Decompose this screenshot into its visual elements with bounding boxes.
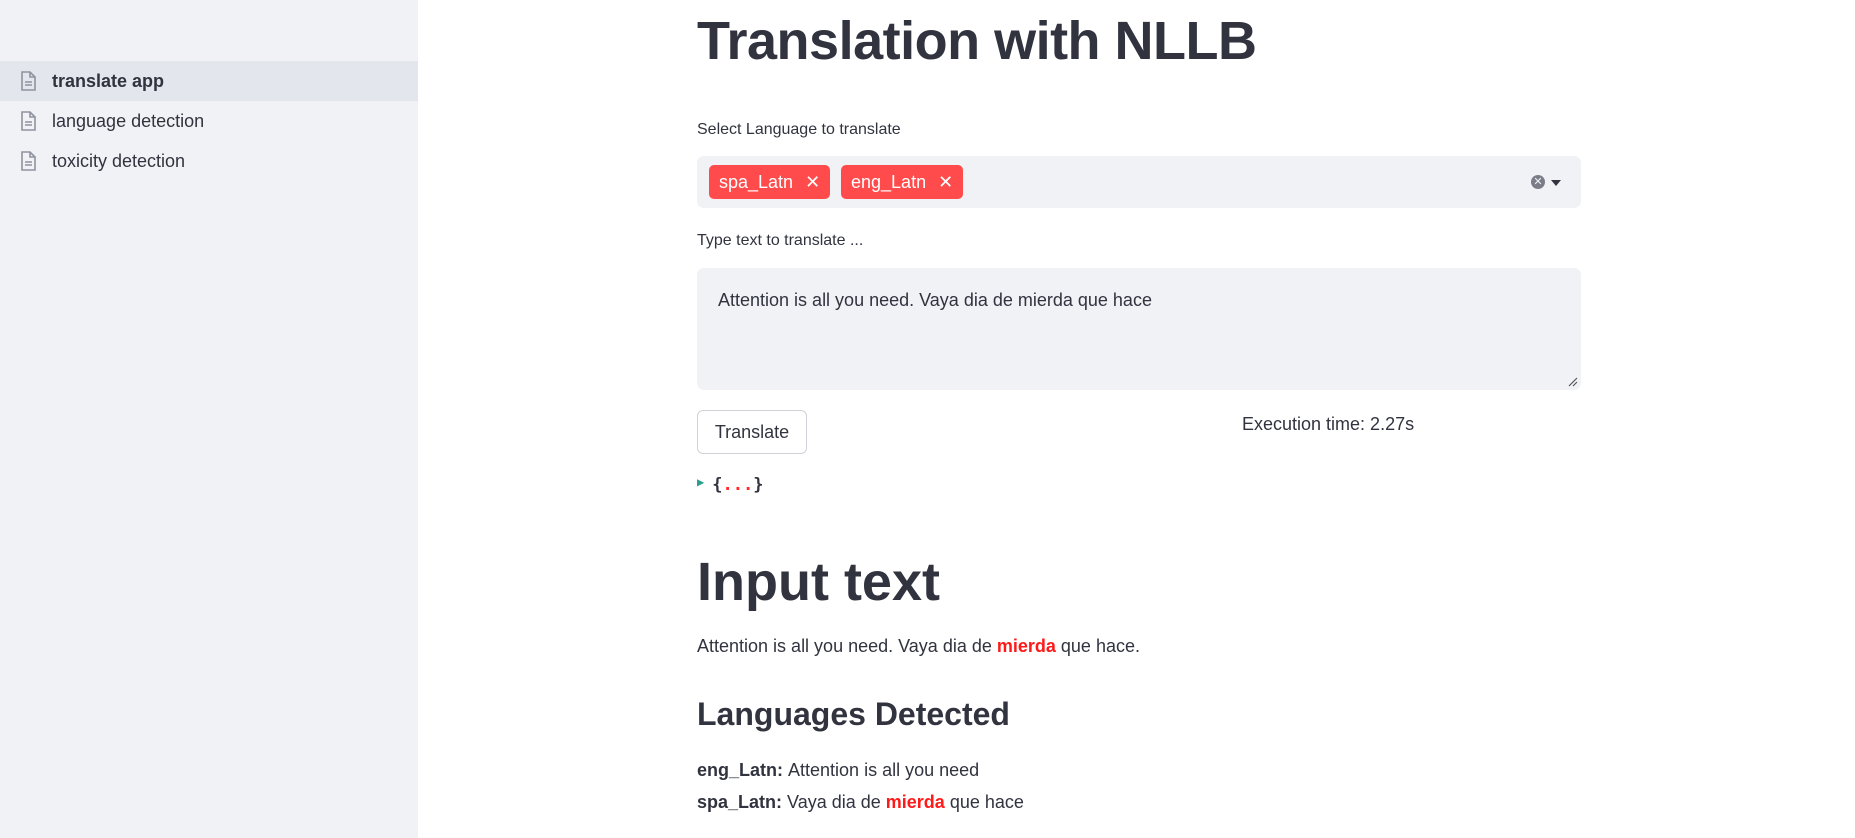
toxic-word-highlight: mierda — [996, 636, 1056, 656]
language-separator: : — [776, 792, 788, 812]
language-code: spa_Latn — [697, 792, 777, 812]
json-close-brace: } — [753, 475, 764, 495]
language-separator: : — [777, 760, 789, 780]
language-segment: Vaya dia de — [787, 792, 886, 812]
json-collapsed-dots: ... — [722, 475, 754, 495]
textarea-value: Attention is all you need. Vaya dia de m… — [718, 290, 1152, 310]
language-segment: Attention is all you need — [788, 760, 980, 780]
detected-language-line: spa_Latn: Vaya dia de mierda que hace — [697, 792, 1024, 813]
page-title: Translation with NLLB — [697, 11, 1257, 71]
sidebar-item-label: language detection — [52, 110, 205, 131]
sidebar-item-label: translate app — [52, 70, 165, 91]
sidebar-item-translate-app[interactable]: translate app — [0, 61, 418, 101]
sidebar-item-toxicity-detection[interactable]: toxicity detection — [0, 141, 418, 181]
expand-caret-icon[interactable]: ▶ — [697, 475, 704, 489]
sidebar-item-language-detection[interactable]: language detection — [0, 101, 418, 141]
language-code: eng_Latn — [697, 760, 778, 780]
sidebar-item-label: toxicity detection — [52, 150, 186, 171]
select-language-label: Select Language to translate — [697, 121, 901, 138]
json-open-brace: { — [712, 475, 723, 495]
sidebar: translate app language detection toxicit… — [0, 0, 418, 838]
remove-tag-icon[interactable]: ✕ — [938, 172, 953, 193]
language-segment-after: que hace — [944, 792, 1024, 812]
execution-time: Execution time: 2.27s — [1242, 414, 1415, 434]
remove-tag-icon[interactable]: ✕ — [805, 172, 820, 193]
sidebar-nav: translate app language detection toxicit… — [0, 61, 418, 181]
clear-all-icon[interactable]: ✕ — [1531, 175, 1545, 189]
input-text-after: que hace. — [1055, 636, 1140, 656]
toxic-word-highlight: mierda — [885, 792, 945, 812]
language-multiselect[interactable]: spa_Latn ✕ eng_Latn ✕ ✕ — [697, 156, 1581, 208]
text-to-translate-input[interactable]: Attention is all you need. Vaya dia de m… — [697, 268, 1581, 390]
tag-label: eng_Latn — [851, 171, 927, 192]
json-viewer[interactable]: ▶ {...} — [697, 475, 763, 495]
languages-detected-heading: Languages Detected — [697, 696, 1010, 732]
translate-button[interactable]: Translate — [697, 410, 807, 454]
tag-label: spa_Latn — [719, 171, 794, 192]
resize-handle-icon[interactable] — [1566, 375, 1578, 387]
language-tag-spa: spa_Latn ✕ — [709, 165, 831, 199]
chevron-down-icon[interactable] — [1551, 180, 1561, 186]
textarea-label: Type text to translate ... — [697, 232, 864, 249]
language-tag-eng: eng_Latn ✕ — [841, 165, 964, 199]
detected-language-line: eng_Latn: Attention is all you need — [697, 760, 979, 781]
input-text-before: Attention is all you need. Vaya dia de — [697, 636, 997, 656]
document-icon — [21, 111, 36, 131]
input-text-paragraph: Attention is all you need. Vaya dia de m… — [697, 636, 1140, 657]
document-icon — [21, 71, 36, 91]
input-text-heading: Input text — [697, 552, 940, 612]
document-icon — [21, 151, 36, 171]
